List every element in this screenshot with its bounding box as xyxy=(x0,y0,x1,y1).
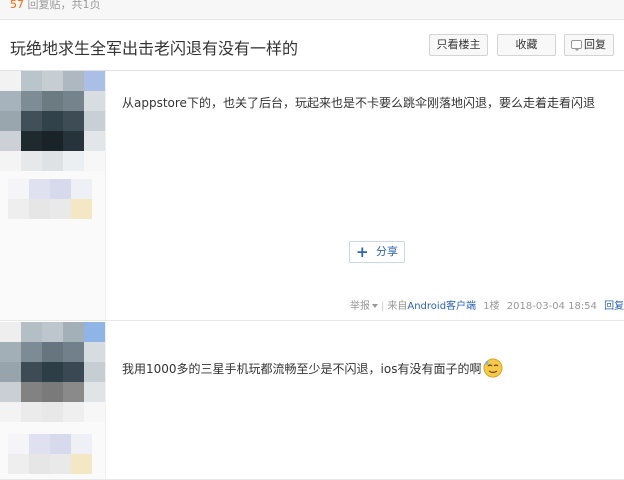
avatar[interactable] xyxy=(0,322,105,422)
reply-button-label: 回复 xyxy=(584,38,606,51)
post-content: 我用1000多的三星手机玩都流畅至少是不闪退，ios有没有面子的啊 xyxy=(122,358,503,378)
post-content: 从appstore下的，也关了后台，玩起来也是不卡要么跳伞刚落地闪退，要么走着走… xyxy=(122,96,595,110)
share-label: 分享 xyxy=(376,245,398,258)
topbar: 57 回复贴，共1页 xyxy=(0,0,624,20)
client-prefix: 来自 xyxy=(387,301,408,312)
floor-number: 1楼 xyxy=(483,301,500,312)
reply-count: 57 xyxy=(10,0,24,11)
share-button[interactable]: + 分享 xyxy=(349,241,405,263)
reply-count-label: 回复贴，共1页 xyxy=(24,0,101,11)
author-name-badge[interactable] xyxy=(8,179,94,219)
post-time: 2018-03-04 18:54 xyxy=(506,301,597,312)
divider: | xyxy=(381,301,385,312)
post-floor-1: 从appstore下的，也关了后台，玩起来也是不卡要么跳伞刚落地闪退，要么走着走… xyxy=(0,71,624,321)
plus-icon: + xyxy=(356,243,369,261)
only-op-button[interactable]: 只看楼主 xyxy=(429,34,488,56)
comment-icon xyxy=(571,40,582,51)
report-link[interactable]: 举报 xyxy=(350,301,378,312)
client-link[interactable]: Android客户端 xyxy=(407,301,476,312)
reply-link[interactable]: 回复 xyxy=(604,301,624,312)
thread-title: 玩绝地求生全军出击老闪退有没有一样的 xyxy=(10,39,299,58)
post-floor-2: 我用1000多的三星手机玩都流畅至少是不闪退，ios有没有面子的啊 xyxy=(0,322,624,480)
sweat-smile-emoji-icon xyxy=(483,358,503,378)
author-panel xyxy=(0,71,106,320)
reply-button[interactable]: 回复 xyxy=(564,34,614,56)
avatar[interactable] xyxy=(0,71,105,171)
thread-header: 玩绝地求生全军出击老闪退有没有一样的 只看楼主 收藏 回复 xyxy=(0,20,624,71)
author-name-badge[interactable] xyxy=(8,434,94,474)
author-panel xyxy=(0,322,106,479)
favorite-button[interactable]: 收藏 xyxy=(497,34,556,56)
reply-count-text: 57 回复贴，共1页 xyxy=(10,0,101,12)
post-text: 我用1000多的三星手机玩都流畅至少是不闪退，ios有没有面子的啊 xyxy=(122,362,482,376)
caret-down-icon xyxy=(372,304,378,308)
post-meta: 举报 | 来自Android客户端 1楼 2018-03-04 18:54 回复 xyxy=(350,297,624,312)
